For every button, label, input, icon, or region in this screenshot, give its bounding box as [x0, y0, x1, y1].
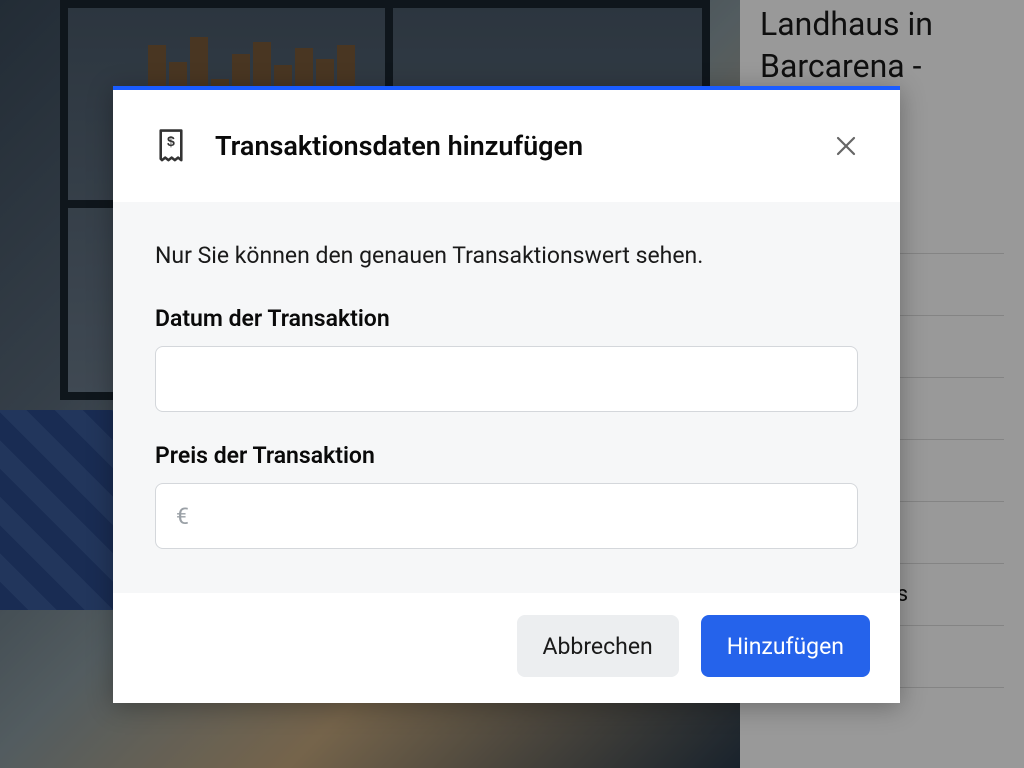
modal-header: $ Transaktionsdaten hinzufügen [113, 90, 900, 202]
date-label: Datum der Transaktion [155, 305, 858, 332]
close-icon [835, 135, 857, 157]
transaction-modal: $ Transaktionsdaten hinzufügen Nur Sie k… [113, 86, 900, 703]
close-button[interactable] [830, 130, 862, 162]
privacy-info-text: Nur Sie können den genauen Transaktionsw… [155, 242, 858, 269]
price-input[interactable] [155, 483, 858, 549]
price-field-group: Preis der Transaktion [155, 442, 858, 549]
date-field-group: Datum der Transaktion [155, 305, 858, 412]
price-label: Preis der Transaktion [155, 442, 858, 469]
submit-button[interactable]: Hinzufügen [701, 615, 870, 677]
date-input[interactable] [155, 346, 858, 412]
receipt-icon: $ [155, 128, 187, 164]
cancel-button[interactable]: Abbrechen [517, 615, 679, 677]
svg-text:$: $ [167, 133, 175, 149]
modal-body: Nur Sie können den genauen Transaktionsw… [113, 202, 900, 593]
modal-title: Transaktionsdaten hinzufügen [215, 130, 583, 162]
modal-footer: Abbrechen Hinzufügen [113, 593, 900, 703]
